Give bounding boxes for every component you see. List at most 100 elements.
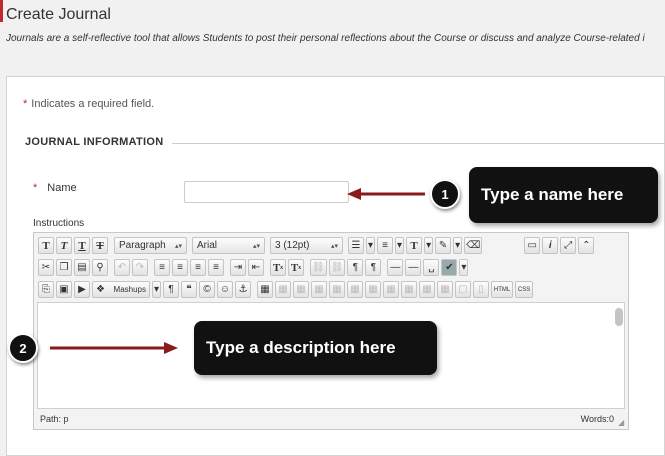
highlight-icon[interactable]: ✎ <box>435 237 452 254</box>
callout-badge-2: 2 <box>8 333 38 363</box>
chevron-down-icon[interactable]: ▾ <box>395 237 405 254</box>
size-select-value: 3 (12pt) <box>275 240 310 251</box>
font-select-value: Arial <box>197 240 218 251</box>
horizontal-rule-icon[interactable]: — <box>387 259 404 276</box>
unlink-icon[interactable]: ⛓ <box>328 259 346 276</box>
nonbreaking-space-icon[interactable]: ␣ <box>423 259 440 276</box>
callout-badge-1: 1 <box>430 179 460 209</box>
eraser-icon[interactable]: ⌫ <box>464 237 483 254</box>
anchor-icon[interactable]: ⚓ <box>235 281 252 298</box>
emoticon-icon[interactable]: ☺ <box>217 281 234 298</box>
underline-button[interactable]: T <box>74 237 90 254</box>
link-icon[interactable]: ⛓ <box>310 259 327 276</box>
updown-icon: ▴▾ <box>252 242 260 250</box>
align-right-icon[interactable]: ≡ <box>190 259 206 276</box>
strikethrough-button[interactable]: T <box>92 237 108 254</box>
insert-row-after-icon[interactable]: ▦ <box>329 281 346 298</box>
numbered-list-button[interactable]: ≡ <box>377 237 394 254</box>
required-note: * Indicates a required field. <box>23 98 154 110</box>
align-justify-icon[interactable]: ≡ <box>208 259 224 276</box>
table-split-icon[interactable]: ▯ <box>473 281 490 298</box>
copy-icon[interactable]: ❐ <box>56 259 72 276</box>
insert-col-before-icon[interactable]: ▦ <box>365 281 382 298</box>
paragraph-select-value: Paragraph <box>119 240 166 251</box>
name-input[interactable] <box>184 181 349 203</box>
table-grid-icon[interactable]: ▢ <box>455 281 472 298</box>
toolbar-row-2: ✂ ❐ ▤ ⚲ ↶ ↷ ≡ ≡ ≡ ≡ ⇥ ⇤ Tx Tx ⛓ ⛓ ¶ ¶ — … <box>38 258 470 277</box>
required-star: * <box>33 182 38 194</box>
insert-col-after-icon[interactable]: ▦ <box>383 281 400 298</box>
updown-icon: ▴▾ <box>174 242 182 250</box>
section-divider <box>172 143 665 144</box>
copyright-icon[interactable]: © <box>199 281 216 298</box>
editor-scrollbar[interactable] <box>615 305 623 405</box>
delete-col-icon[interactable]: ▦ <box>401 281 418 298</box>
collapse-toolbar-icon[interactable]: ⌃ <box>578 237 595 254</box>
insert-media-icon[interactable]: ▶ <box>74 281 90 298</box>
updown-icon: ▴▾ <box>330 242 338 250</box>
attach-file-icon[interactable]: ⎘ <box>38 281 54 298</box>
insert-image-icon[interactable]: ▣ <box>56 281 72 298</box>
mashups-icon: ❖ <box>96 284 105 295</box>
cut-icon[interactable]: ✂ <box>38 259 54 276</box>
align-center-icon[interactable]: ≡ <box>172 259 188 276</box>
spellcheck-icon[interactable]: ✔ <box>441 259 458 276</box>
toolbar-row-1: T T T T Paragraph ▴▾ Arial ▴▾ 3 (12pt) ▴▾ ☰… <box>38 236 596 255</box>
find-icon[interactable]: ⚲ <box>92 259 108 276</box>
toolbar-row-3: ⎘ ▣ ▶ ❖ Mashups ▾ ¶ ❝ © ☺ ⚓ ▦ ▦ ▦ ▦ ▦ ▦ ▦… <box>38 280 535 299</box>
table-icon[interactable]: ▦ <box>257 281 274 298</box>
required-star: * <box>23 98 28 110</box>
split-cells-icon[interactable]: ▦ <box>419 281 436 298</box>
paragraph-select[interactable]: Paragraph ▴▾ <box>114 237 187 254</box>
section-title: JOURNAL INFORMATION <box>25 136 164 148</box>
outdent-icon[interactable]: ⇤ <box>248 259 264 276</box>
css-button[interactable]: CSS <box>515 281 534 298</box>
chevron-down-icon[interactable]: ▾ <box>453 237 463 254</box>
indent-icon[interactable]: ⇥ <box>230 259 246 276</box>
merge-cells-icon[interactable]: ▦ <box>437 281 454 298</box>
resize-grip-icon[interactable]: ◢ <box>618 419 626 427</box>
chevron-down-icon[interactable]: ▾ <box>152 281 162 298</box>
line-icon[interactable]: — <box>405 259 422 276</box>
superscript-button[interactable]: Tx <box>270 259 286 276</box>
html-button[interactable]: HTML <box>491 281 514 298</box>
subscript-label: T <box>290 261 299 274</box>
page-description: Journals are a self-reflective tool that… <box>6 33 645 44</box>
quote-icon[interactable]: ❝ <box>181 281 198 298</box>
red-accent-bar <box>0 0 3 22</box>
chevron-down-icon[interactable]: ▾ <box>366 237 376 254</box>
arrow-2 <box>50 342 178 354</box>
align-left-icon[interactable]: ≡ <box>154 259 170 276</box>
instructions-label: Instructions <box>33 218 85 229</box>
chevron-down-icon[interactable]: ▾ <box>424 237 434 254</box>
ltr-icon[interactable]: ¶ <box>347 259 364 276</box>
form-panel: * Indicates a required field. JOURNAL INF… <box>6 76 665 456</box>
text-color-button[interactable]: T <box>406 237 423 254</box>
scroll-thumb[interactable] <box>615 308 623 326</box>
redo-icon[interactable]: ↷ <box>132 259 148 276</box>
editor-path: Path: p <box>40 414 69 424</box>
undo-icon[interactable]: ↶ <box>114 259 130 276</box>
subscript-button[interactable]: Tx <box>288 259 304 276</box>
preview-icon[interactable]: ▭ <box>524 237 541 254</box>
table-row-props-icon[interactable]: ▦ <box>275 281 292 298</box>
bullet-list-button[interactable]: ☰ <box>348 237 364 254</box>
word-count: Words:0 <box>580 414 614 424</box>
bold-button[interactable]: T <box>38 237 54 254</box>
info-icon[interactable]: i <box>542 237 559 254</box>
superscript-label: T <box>272 261 281 274</box>
mashups-select[interactable]: ❖ Mashups <box>92 281 150 298</box>
paste-icon[interactable]: ▤ <box>74 259 90 276</box>
insert-row-before-icon[interactable]: ▦ <box>311 281 328 298</box>
delete-row-icon[interactable]: ▦ <box>347 281 364 298</box>
font-select[interactable]: Arial ▴▾ <box>192 237 265 254</box>
italic-button[interactable]: T <box>56 237 72 254</box>
fullscreen-icon[interactable]: ⤢ <box>560 237 577 254</box>
paragraph-mark-icon[interactable]: ¶ <box>163 281 180 298</box>
table-cell-props-icon[interactable]: ▦ <box>293 281 310 298</box>
mashups-label: Mashups <box>113 285 146 294</box>
required-note-text: Indicates a required field. <box>31 98 155 110</box>
size-select[interactable]: 3 (12pt) ▴▾ <box>270 237 343 254</box>
rtl-icon[interactable]: ¶ <box>365 259 382 276</box>
chevron-down-icon[interactable]: ▾ <box>459 259 469 276</box>
